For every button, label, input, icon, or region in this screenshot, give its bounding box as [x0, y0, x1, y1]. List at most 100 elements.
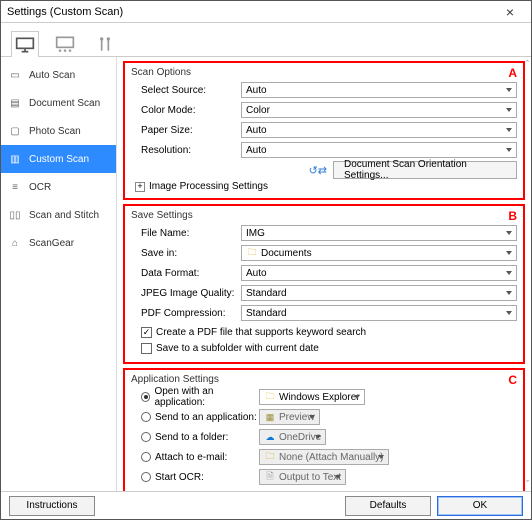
footer: Instructions Defaults OK	[1, 491, 531, 519]
color-mode-dropdown[interactable]: Color	[241, 102, 517, 118]
instructions-button[interactable]: Instructions	[9, 496, 95, 516]
sidebar: ▭ Auto Scan ▤ Document Scan ▢ Photo Scan…	[1, 57, 117, 491]
pdf-compression-dropdown[interactable]: Standard	[241, 305, 517, 321]
monitor-icon	[15, 36, 35, 54]
subfolder-checkbox-row[interactable]: Save to a subfolder with current date	[131, 340, 517, 356]
resolution-dropdown[interactable]: Auto	[241, 142, 517, 158]
sidebar-item-photo-scan[interactable]: ▢ Photo Scan	[1, 117, 116, 145]
mail-icon: 🗀	[264, 451, 276, 463]
send-app-dropdown[interactable]: ▦Preview	[259, 409, 320, 425]
file-name-input[interactable]: IMG	[241, 225, 517, 241]
ocr-icon: ≡	[7, 180, 23, 194]
settings-window: Settings (Custom Scan) ×	[0, 0, 532, 520]
attach-email-radio[interactable]: Attach to e-mail:	[131, 452, 259, 463]
folder-icon: 🗀	[246, 247, 258, 259]
onedrive-icon: ☁	[264, 431, 276, 443]
sidebar-item-label: Document Scan	[29, 98, 100, 109]
start-ocr-radio[interactable]: Start OCR:	[131, 472, 259, 483]
resolution-label: Resolution:	[131, 145, 241, 156]
image-processing-expander[interactable]: + Image Processing Settings	[131, 181, 517, 192]
application-settings-section: C Application Settings Open with an appl…	[123, 368, 525, 491]
radio-off-icon	[141, 452, 151, 462]
photo-scan-icon: ▢	[7, 124, 23, 138]
file-name-label: File Name:	[131, 228, 241, 239]
subfolder-label: Save to a subfolder with current date	[156, 343, 319, 354]
checkbox-checked-icon: ✓	[141, 327, 152, 338]
main-panel: ˆ A Scan Options Select Source: Auto Col…	[117, 57, 531, 491]
color-mode-label: Color Mode:	[131, 105, 241, 116]
section-marker-b: B	[508, 209, 517, 223]
sidebar-item-label: Photo Scan	[29, 126, 81, 137]
radio-off-icon	[141, 412, 151, 422]
explorer-icon: 🗀	[264, 391, 276, 403]
tab-local-scanner[interactable]	[11, 31, 39, 57]
application-settings-title: Application Settings	[131, 374, 517, 385]
save-settings-section: B Save Settings File Name: IMG Save in: …	[123, 204, 525, 364]
save-in-label: Save in:	[131, 248, 241, 259]
radio-off-icon	[141, 432, 151, 442]
section-marker-a: A	[508, 66, 517, 80]
window-title: Settings (Custom Scan)	[7, 6, 123, 18]
titlebar: Settings (Custom Scan) ×	[1, 1, 531, 23]
paper-size-dropdown[interactable]: Auto	[241, 122, 517, 138]
scangear-icon: ⌂	[7, 236, 23, 250]
send-folder-radio[interactable]: Send to a folder:	[131, 432, 259, 443]
jpeg-quality-label: JPEG Image Quality:	[131, 288, 241, 299]
sidebar-item-label: ScanGear	[29, 238, 74, 249]
image-processing-label: Image Processing Settings	[149, 181, 268, 192]
paper-size-label: Paper Size:	[131, 125, 241, 136]
pdf-keyword-checkbox-row[interactable]: ✓ Create a PDF file that supports keywor…	[131, 324, 517, 340]
select-source-label: Select Source:	[131, 85, 241, 96]
send-folder-dropdown[interactable]: ☁OneDrive	[259, 429, 326, 445]
start-ocr-dropdown[interactable]: 🗎Output to Text	[259, 469, 346, 485]
text-icon: 🗎	[264, 471, 276, 483]
sidebar-item-document-scan[interactable]: ▤ Document Scan	[1, 89, 116, 117]
network-monitor-icon	[55, 35, 75, 53]
send-app-radio[interactable]: Send to an application:	[131, 412, 259, 423]
body: ▭ Auto Scan ▤ Document Scan ▢ Photo Scan…	[1, 57, 531, 491]
jpeg-quality-dropdown[interactable]: Standard	[241, 285, 517, 301]
section-marker-c: C	[508, 373, 517, 387]
tools-icon	[95, 35, 115, 53]
sidebar-item-label: Scan and Stitch	[29, 210, 99, 221]
sidebar-item-custom-scan[interactable]: ▥ Custom Scan	[1, 145, 116, 173]
save-in-dropdown[interactable]: 🗀Documents	[241, 245, 517, 261]
stitch-icon: ▯▯	[7, 208, 23, 222]
sidebar-item-label: OCR	[29, 182, 51, 193]
sidebar-item-scan-and-stitch[interactable]: ▯▯ Scan and Stitch	[1, 201, 116, 229]
scan-options-title: Scan Options	[131, 67, 517, 78]
ok-button[interactable]: OK	[437, 496, 523, 516]
scroll-up-icon[interactable]: ˆ	[526, 59, 529, 69]
tab-tools[interactable]	[91, 30, 119, 56]
orientation-settings-button[interactable]: Document Scan Orientation Settings...	[333, 161, 517, 179]
scroll-down-icon[interactable]: ˇ	[526, 479, 529, 489]
sidebar-item-label: Custom Scan	[29, 154, 89, 165]
sidebar-item-auto-scan[interactable]: ▭ Auto Scan	[1, 61, 116, 89]
select-source-dropdown[interactable]: Auto	[241, 82, 517, 98]
open-with-dropdown[interactable]: 🗀Windows Explorer	[259, 389, 365, 405]
document-scan-icon: ▤	[7, 96, 23, 110]
data-format-label: Data Format:	[131, 268, 241, 279]
radio-off-icon	[141, 472, 151, 482]
sidebar-item-label: Auto Scan	[29, 70, 75, 81]
expand-icon: +	[135, 182, 145, 192]
top-tabstrip	[1, 23, 531, 57]
open-with-radio[interactable]: Open with an application:	[131, 386, 259, 408]
auto-scan-icon: ▭	[7, 68, 23, 82]
save-settings-title: Save Settings	[131, 210, 517, 221]
custom-scan-icon: ▥	[7, 152, 23, 166]
pdf-keyword-label: Create a PDF file that supports keyword …	[156, 327, 366, 338]
scan-options-section: A Scan Options Select Source: Auto Color…	[123, 61, 525, 200]
tab-network-scanner[interactable]	[51, 30, 79, 56]
pdf-compression-label: PDF Compression:	[131, 308, 241, 319]
preview-icon: ▦	[264, 411, 276, 423]
radio-on-icon	[141, 392, 150, 402]
rotate-icon[interactable]: ↺⇄	[309, 164, 327, 177]
checkbox-unchecked-icon	[141, 343, 152, 354]
sidebar-item-scangear[interactable]: ⌂ ScanGear	[1, 229, 116, 257]
defaults-button[interactable]: Defaults	[345, 496, 431, 516]
sidebar-item-ocr[interactable]: ≡ OCR	[1, 173, 116, 201]
close-icon[interactable]: ×	[495, 4, 525, 20]
data-format-dropdown[interactable]: Auto	[241, 265, 517, 281]
attach-email-dropdown[interactable]: 🗀None (Attach Manually)	[259, 449, 389, 465]
